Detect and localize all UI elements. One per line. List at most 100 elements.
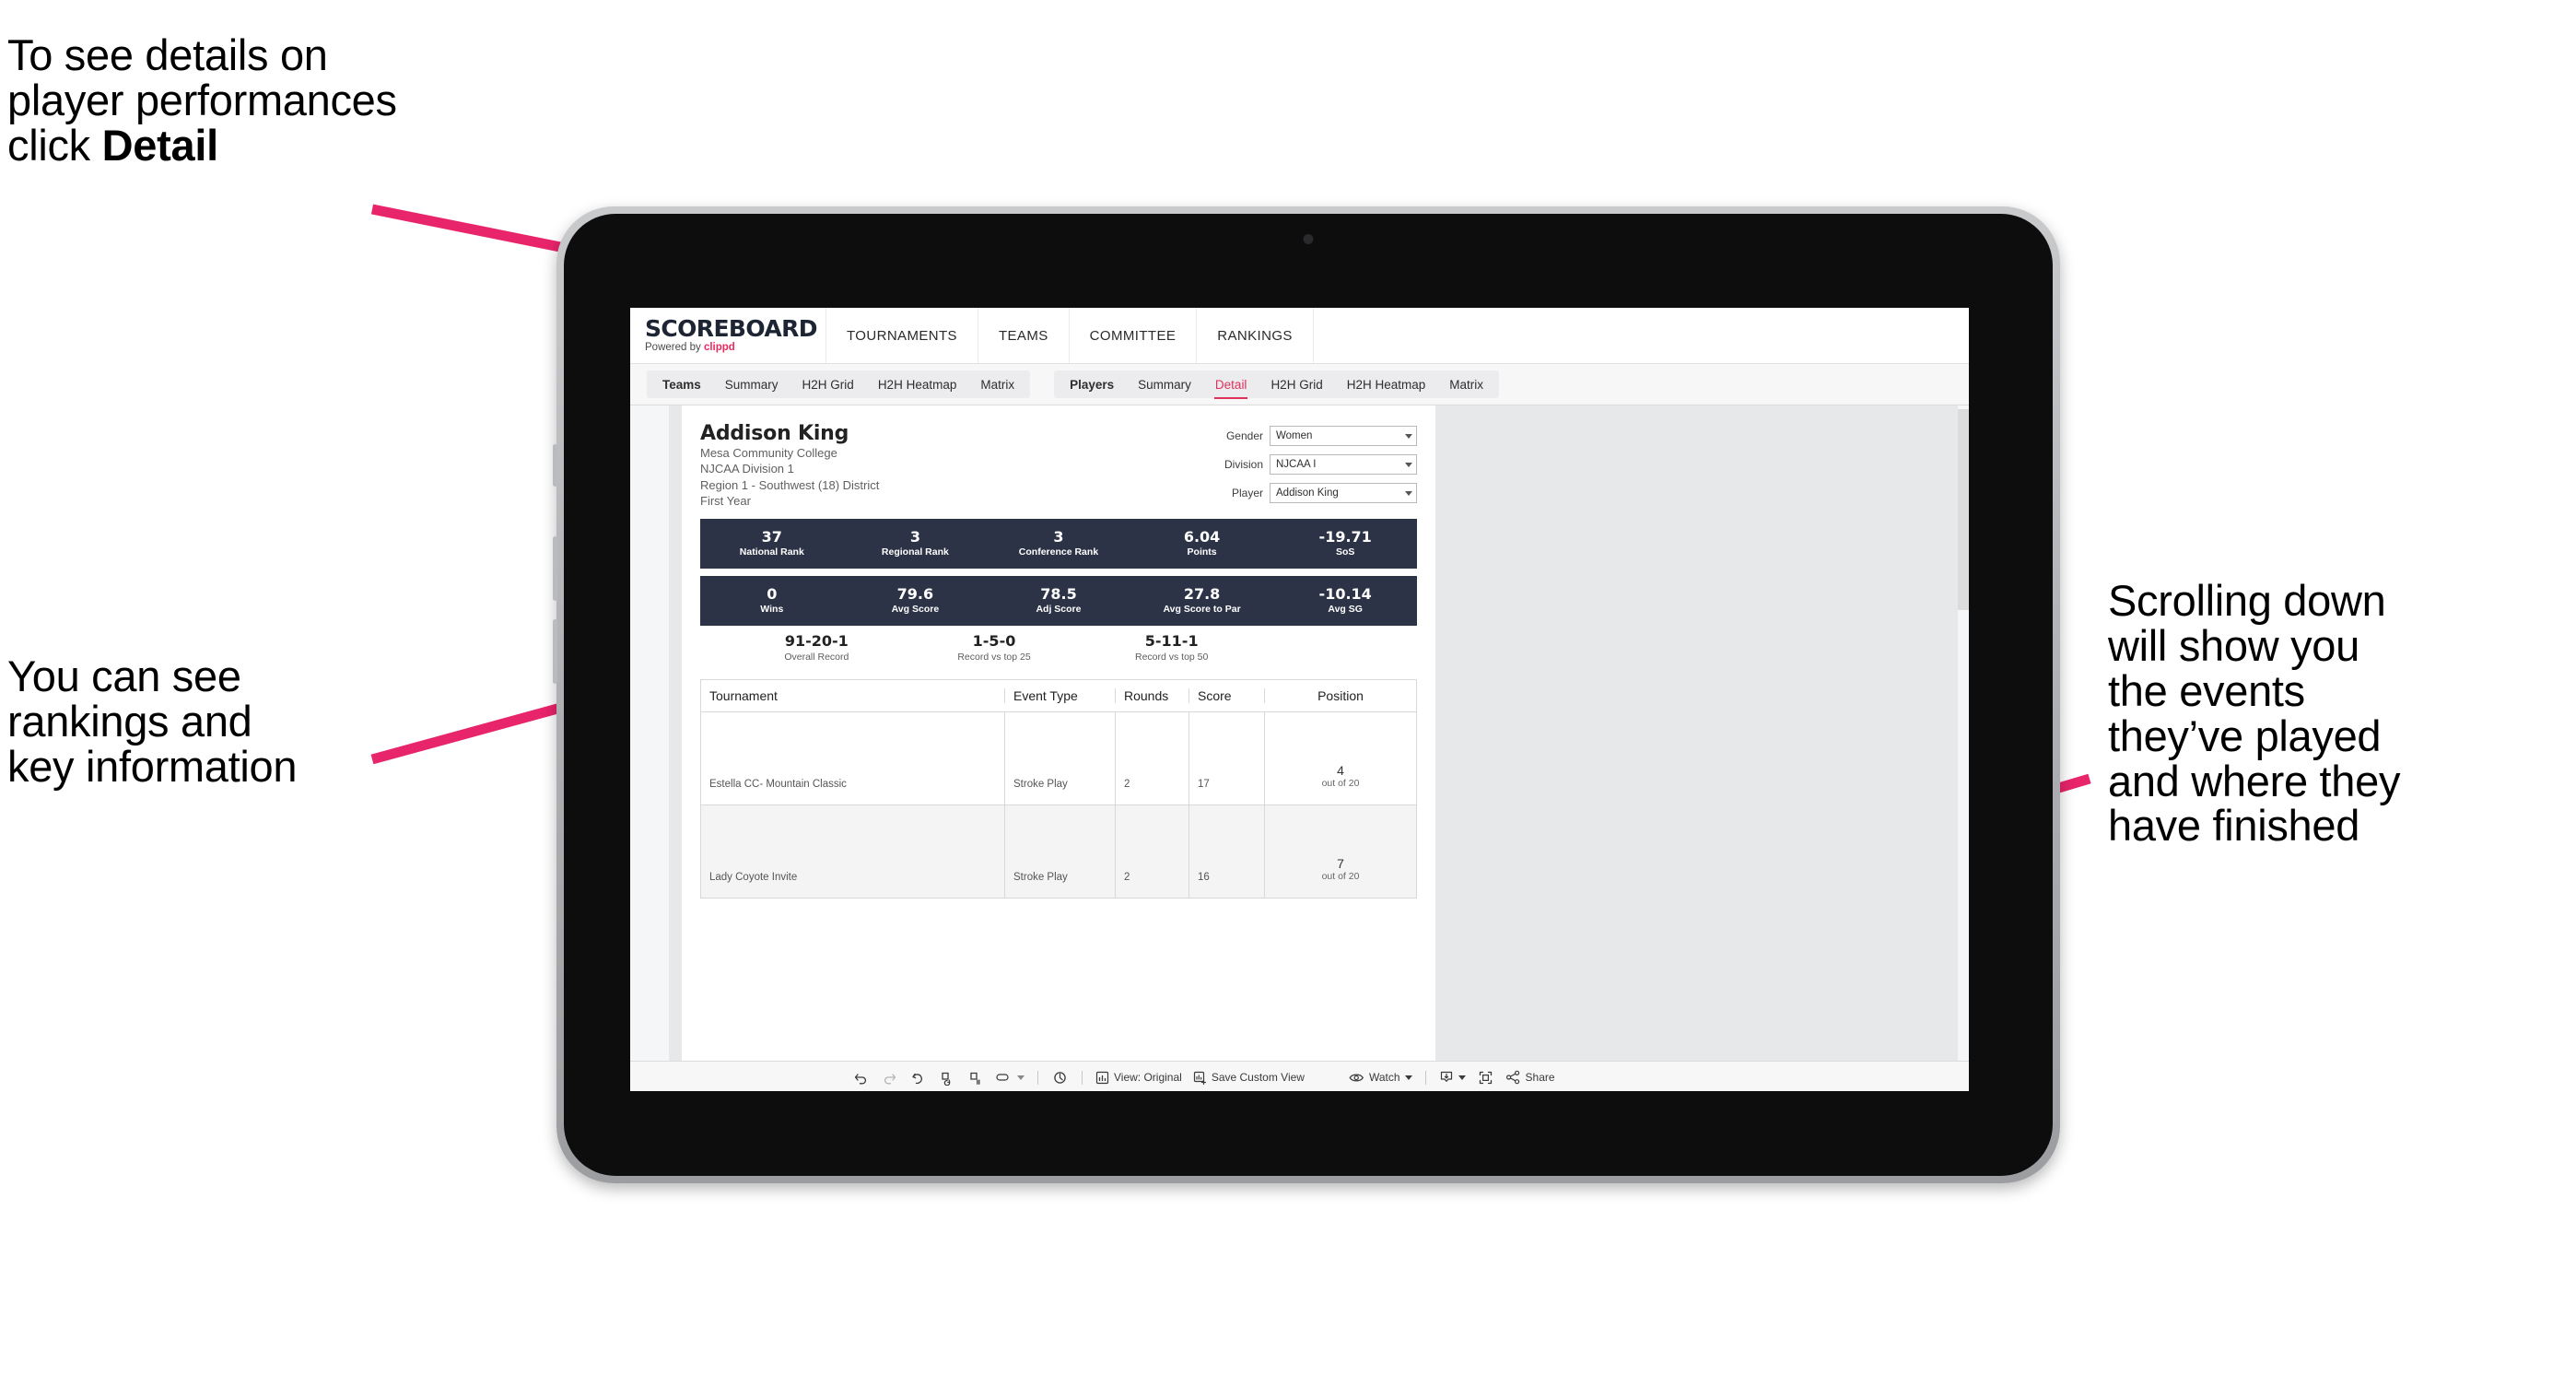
cell-score: 17 bbox=[1189, 712, 1265, 805]
stat-adj-score-label: Adj Score bbox=[1036, 604, 1082, 616]
toolbar-divider bbox=[1082, 1070, 1083, 1085]
logo-brand-clippd: clippd bbox=[703, 342, 735, 354]
top-nav-teams[interactable]: TEAMS bbox=[978, 308, 1070, 363]
redo-icon[interactable] bbox=[875, 1062, 904, 1091]
column-header-tournament[interactable]: Tournament bbox=[701, 688, 1005, 703]
cell-tournament: Estella CC- Mountain Classic bbox=[701, 712, 1005, 805]
filter-division-label: Division bbox=[1224, 458, 1263, 471]
app-screen: SCOREBOARD Powered by clippd TOURNAMENTS… bbox=[630, 308, 1969, 1091]
filter-gender-select[interactable]: Women bbox=[1270, 426, 1417, 446]
filter-gender: Gender Women bbox=[1205, 426, 1417, 446]
column-header-score[interactable]: Score bbox=[1189, 688, 1265, 703]
stat-regional-rank-label: Regional Rank bbox=[881, 546, 949, 558]
player-school: Mesa Community College bbox=[700, 446, 837, 461]
column-header-event-type[interactable]: Event Type bbox=[1005, 688, 1116, 703]
cell-position-subtext: out of 20 bbox=[1321, 778, 1360, 790]
chevron-down-icon bbox=[1405, 433, 1412, 439]
record-overall: 91-20-1 Overall Record bbox=[728, 632, 906, 662]
player-detail-card: Addison King Mesa Community College NJCA… bbox=[682, 405, 1435, 1061]
sub-nav-players-matrix-label: Matrix bbox=[1449, 377, 1483, 392]
view-original-label: View: Original bbox=[1114, 1071, 1182, 1084]
top-navigation-bar: SCOREBOARD Powered by clippd TOURNAMENTS… bbox=[630, 308, 1969, 364]
column-header-rounds[interactable]: Rounds bbox=[1116, 688, 1189, 703]
filter-division-select[interactable]: NJCAA I bbox=[1270, 454, 1417, 475]
cell-score: 16 bbox=[1189, 805, 1265, 898]
stat-wins: 0 Wins bbox=[700, 586, 844, 616]
watch-button[interactable]: Watch bbox=[1343, 1062, 1418, 1091]
cell-position-value: 4 bbox=[1337, 763, 1344, 779]
pause-history-icon[interactable] bbox=[1046, 1062, 1074, 1091]
sub-nav-teams-summary[interactable]: Summary bbox=[713, 370, 790, 398]
tablet-button-volume-down bbox=[553, 619, 557, 684]
stat-points-value: 6.04 bbox=[1183, 528, 1221, 546]
stat-sos-value: -19.71 bbox=[1318, 528, 1372, 546]
app-logo[interactable]: SCOREBOARD Powered by clippd bbox=[630, 308, 826, 363]
sub-nav-players-h2h-heatmap-label: H2H Heatmap bbox=[1346, 377, 1426, 392]
sub-nav-teams-matrix[interactable]: Matrix bbox=[968, 370, 1026, 398]
fullscreen-icon[interactable] bbox=[1471, 1062, 1500, 1091]
logo-wordmark: SCOREBOARD bbox=[645, 315, 818, 343]
sub-nav-players-h2h-grid[interactable]: H2H Grid bbox=[1259, 370, 1334, 398]
filter-player: Player Addison King bbox=[1205, 483, 1417, 503]
sub-nav-teams-h2h-grid[interactable]: H2H Grid bbox=[790, 370, 866, 398]
view-original-button[interactable]: View: Original bbox=[1090, 1062, 1188, 1091]
revert-icon[interactable] bbox=[904, 1062, 932, 1091]
sub-nav-teams-summary-label: Summary bbox=[724, 377, 779, 392]
filter-division: Division NJCAA I bbox=[1205, 454, 1417, 475]
stat-avg-score-to-par-label: Avg Score to Par bbox=[1163, 604, 1241, 616]
save-custom-view-button[interactable]: Save Custom View bbox=[1188, 1062, 1310, 1091]
save-custom-view-label: Save Custom View bbox=[1211, 1071, 1305, 1084]
top-nav-rankings[interactable]: RANKINGS bbox=[1197, 308, 1314, 363]
cell-event-type: Stroke Play bbox=[1005, 712, 1116, 805]
vertical-scrollbar[interactable] bbox=[1958, 405, 1969, 1061]
record-vs-top-25-value: 1-5-0 bbox=[972, 632, 1016, 651]
highlight-tool[interactable] bbox=[989, 1062, 1030, 1091]
column-header-position[interactable]: Position bbox=[1265, 688, 1416, 703]
chevron-down-icon bbox=[1458, 1075, 1466, 1080]
sub-nav-teams-group: Teams Summary H2H Grid H2H Heatmap Matri… bbox=[647, 370, 1031, 398]
undo-icon[interactable] bbox=[847, 1062, 875, 1091]
table-row[interactable]: Estella CC- Mountain Classic Stroke Play… bbox=[701, 712, 1416, 805]
sub-nav-players-h2h-heatmap[interactable]: H2H Heatmap bbox=[1335, 370, 1438, 398]
download-button[interactable] bbox=[1434, 1062, 1471, 1091]
top-nav-tournaments[interactable]: TOURNAMENTS bbox=[826, 308, 978, 363]
filter-division-value: NJCAA I bbox=[1276, 459, 1317, 470]
cell-tournament: Lady Coyote Invite bbox=[701, 805, 1005, 898]
refresh-data-icon[interactable] bbox=[932, 1062, 961, 1091]
stats-row-secondary: 0 Wins 79.6 Avg Score 78.5 Adj Score 27.… bbox=[700, 576, 1417, 626]
filter-gender-value: Women bbox=[1276, 430, 1313, 441]
stat-avg-sg: -10.14 Avg SG bbox=[1273, 586, 1417, 616]
annotation-top-left-bold: Detail bbox=[101, 120, 219, 170]
record-vs-top-25: 1-5-0 Record vs top 25 bbox=[906, 632, 1083, 662]
stat-points-label: Points bbox=[1187, 546, 1217, 558]
stat-avg-score-to-par: 27.8 Avg Score to Par bbox=[1130, 586, 1274, 616]
record-summary-row: 91-20-1 Overall Record 1-5-0 Record vs t… bbox=[700, 626, 1417, 670]
player-info-block: Addison King Mesa Community College NJCA… bbox=[700, 422, 1205, 511]
table-header-row: Tournament Event Type Rounds Score Posit… bbox=[701, 680, 1416, 712]
stat-regional-rank-value: 3 bbox=[909, 528, 920, 546]
sub-nav-teams-h2h-heatmap[interactable]: H2H Heatmap bbox=[866, 370, 969, 398]
sub-nav-players-matrix[interactable]: Matrix bbox=[1437, 370, 1495, 398]
sub-nav-players-detail[interactable]: Detail bbox=[1203, 370, 1259, 399]
scrollbar-thumb[interactable] bbox=[1958, 409, 1969, 610]
player-name: Addison King bbox=[700, 422, 849, 445]
table-row[interactable]: Lady Coyote Invite Stroke Play 2 16 7 ou… bbox=[701, 805, 1416, 899]
share-button[interactable]: Share bbox=[1500, 1062, 1561, 1091]
filter-player-label: Player bbox=[1231, 487, 1263, 499]
stat-avg-score-value: 79.6 bbox=[896, 585, 934, 604]
sub-nav-teams[interactable]: Teams bbox=[650, 370, 713, 398]
sub-nav-players-group: Players Summary Detail H2H Grid H2H Heat… bbox=[1054, 370, 1499, 399]
cell-position: 4 out of 20 bbox=[1265, 712, 1416, 805]
pause-auto-update-icon[interactable] bbox=[961, 1062, 989, 1091]
sub-nav-players-summary[interactable]: Summary bbox=[1126, 370, 1203, 398]
sub-nav-players[interactable]: Players bbox=[1058, 370, 1126, 398]
annotation-top-left: To see details on player performances cl… bbox=[7, 32, 597, 170]
sub-nav-players-summary-label: Summary bbox=[1138, 377, 1191, 392]
logo-tagline: Powered by clippd bbox=[645, 343, 825, 354]
stat-avg-score-label: Avg Score bbox=[891, 604, 940, 616]
filter-panel: Gender Women Division NJCAA I Player Add… bbox=[1205, 422, 1417, 511]
chevron-down-icon bbox=[1405, 490, 1412, 496]
filter-player-select[interactable]: Addison King bbox=[1270, 483, 1417, 503]
top-nav-committee[interactable]: COMMITTEE bbox=[1070, 308, 1198, 363]
top-nav-committee-label: COMMITTEE bbox=[1089, 327, 1177, 344]
